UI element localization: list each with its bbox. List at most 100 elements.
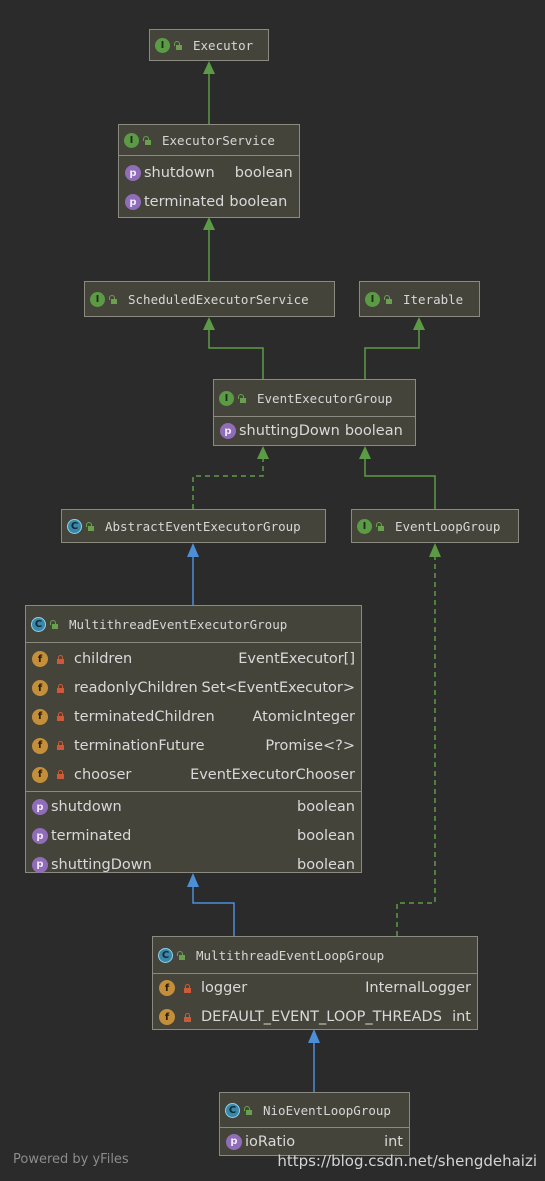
property-row[interactable]: p ioRatio int — [220, 1128, 409, 1155]
node-title: Executor — [193, 37, 254, 53]
property-type: boolean — [229, 194, 288, 211]
property-row[interactable]: p shutdown boolean — [26, 793, 361, 822]
property-type: boolean — [344, 423, 403, 440]
property-type: boolean — [297, 828, 355, 845]
interface-icon: I — [365, 291, 380, 307]
node-title: AbstractEventExecutorGroup — [105, 518, 301, 534]
private-lock-icon — [56, 770, 65, 780]
node-title: MultithreadEventLoopGroup — [196, 947, 385, 963]
field-icon: f — [159, 1009, 175, 1026]
node-iterable[interactable]: I Iterable — [359, 281, 480, 317]
property-name: shuttingDown — [239, 423, 340, 440]
node-event-executor-group[interactable]: I EventExecutorGroup p shuttingDown bool… — [213, 379, 416, 446]
node-header: I EventExecutorGroup — [214, 380, 415, 416]
field-icon: f — [32, 680, 48, 697]
node-header: I Iterable — [360, 282, 479, 316]
field-row[interactable]: f logger InternalLogger — [153, 974, 477, 1003]
node-nio-event-loop-group[interactable]: C NioEventLoopGroup p ioRatio int — [219, 1092, 410, 1156]
interface-icon: I — [124, 132, 139, 148]
field-row[interactable]: f terminatedChildren AtomicInteger — [26, 703, 361, 732]
edge-arrow — [203, 61, 215, 74]
node-event-loop-group[interactable]: I EventLoopGroup — [351, 509, 519, 543]
field-icon: f — [32, 766, 48, 783]
interface-icon: I — [219, 390, 234, 406]
public-visibility-icon — [244, 1105, 253, 1115]
public-visibility-icon — [143, 135, 152, 145]
field-type: AtomicInteger — [252, 708, 355, 725]
field-icon: f — [32, 651, 48, 668]
node-header: C AbstractEventExecutorGroup — [62, 510, 325, 542]
property-row[interactable]: p terminated boolean — [26, 822, 361, 851]
edge-mtelg-elg — [396, 556, 436, 936]
field-row[interactable]: f children EventExecutor[] — [26, 645, 361, 674]
interface-icon: I — [357, 518, 372, 534]
edge-arrow — [203, 317, 215, 330]
node-multithread-event-loop-group[interactable]: C MultithreadEventLoopGroup f logger Int… — [152, 936, 478, 1030]
edge-abstract-eeg — [192, 459, 264, 509]
field-type: EventExecutorChooser — [190, 766, 355, 783]
node-multithread-event-executor-group[interactable]: C MultithreadEventExecutorGroup f childr… — [25, 605, 362, 873]
node-executor[interactable]: I Executor — [149, 29, 269, 61]
public-visibility-icon — [50, 619, 59, 629]
public-visibility-icon — [174, 40, 183, 50]
node-title: EventLoopGroup — [395, 518, 501, 534]
edge-arrow — [359, 446, 371, 459]
field-name: children — [74, 651, 133, 668]
node-scheduled-executor-service[interactable]: I ScheduledExecutorService — [84, 281, 335, 317]
private-lock-icon — [183, 983, 192, 993]
node-header: I Executor — [150, 30, 268, 60]
class-icon: C — [31, 616, 46, 632]
edge-arrow — [429, 543, 441, 557]
property-icon: p — [32, 828, 48, 845]
public-visibility-icon — [376, 521, 385, 531]
field-row[interactable]: f DEFAULT_EVENT_LOOP_THREADS int — [153, 1003, 477, 1032]
private-lock-icon — [56, 683, 65, 693]
public-visibility-icon — [384, 294, 393, 304]
property-name: shutdown — [51, 799, 122, 816]
property-icon: p — [125, 194, 141, 211]
field-row[interactable]: f terminationFuture Promise<?> — [26, 731, 361, 760]
field-type: EventExecutor[] — [238, 651, 355, 668]
interface-icon: I — [155, 37, 170, 53]
node-title: ExecutorService — [162, 132, 275, 148]
edge-arrow — [187, 543, 199, 557]
property-row[interactable]: p shuttingDown boolean — [214, 417, 415, 446]
node-title: Iterable — [403, 291, 464, 307]
property-name: shuttingDown — [51, 856, 152, 873]
node-header: C MultithreadEventExecutorGroup — [26, 606, 361, 642]
property-type: boolean — [297, 799, 355, 816]
interface-icon: I — [90, 291, 105, 307]
field-name: terminatedChildren — [74, 708, 215, 725]
field-name: logger — [201, 980, 248, 997]
field-row[interactable]: f chooser EventExecutorChooser — [26, 760, 361, 789]
field-type: Promise<?> — [265, 737, 355, 754]
edge-eeg-iterable — [364, 329, 420, 379]
edge-arrow — [413, 317, 425, 330]
node-title: NioEventLoopGroup — [263, 1102, 391, 1118]
field-icon: f — [32, 737, 48, 754]
node-executor-service[interactable]: I ExecutorService p shutdown boolean p t… — [118, 124, 300, 218]
field-icon: f — [32, 708, 48, 725]
private-lock-icon — [56, 712, 65, 722]
field-name: readonlyChildren — [74, 680, 198, 697]
watermark-url: https://blog.csdn.net/shengdehaizi — [277, 1152, 537, 1170]
node-abstract-event-executor-group[interactable]: C AbstractEventExecutorGroup — [61, 509, 326, 543]
field-name: DEFAULT_EVENT_LOOP_THREADS — [201, 1009, 442, 1026]
property-row[interactable]: p shutdown boolean — [119, 159, 299, 188]
property-row[interactable]: p terminated boolean — [119, 188, 299, 217]
node-title: MultithreadEventExecutorGroup — [69, 616, 288, 632]
property-icon: p — [226, 1133, 242, 1150]
powered-by-label: Powered by yFiles — [13, 1152, 129, 1167]
property-name: shutdown — [144, 165, 215, 182]
edge-eeg-scheduled — [208, 329, 264, 379]
edge-arrow — [257, 446, 269, 459]
field-type: InternalLogger — [365, 980, 471, 997]
private-lock-icon — [56, 654, 65, 664]
property-name: ioRatio — [245, 1133, 296, 1150]
field-type: int — [452, 1009, 471, 1026]
node-header: I ExecutorService — [119, 125, 299, 155]
private-lock-icon — [183, 1012, 192, 1022]
property-icon: p — [125, 165, 141, 182]
property-row[interactable]: p shuttingDown boolean — [26, 851, 361, 880]
field-row[interactable]: f readonlyChildren Set<EventExecutor> — [26, 674, 361, 703]
